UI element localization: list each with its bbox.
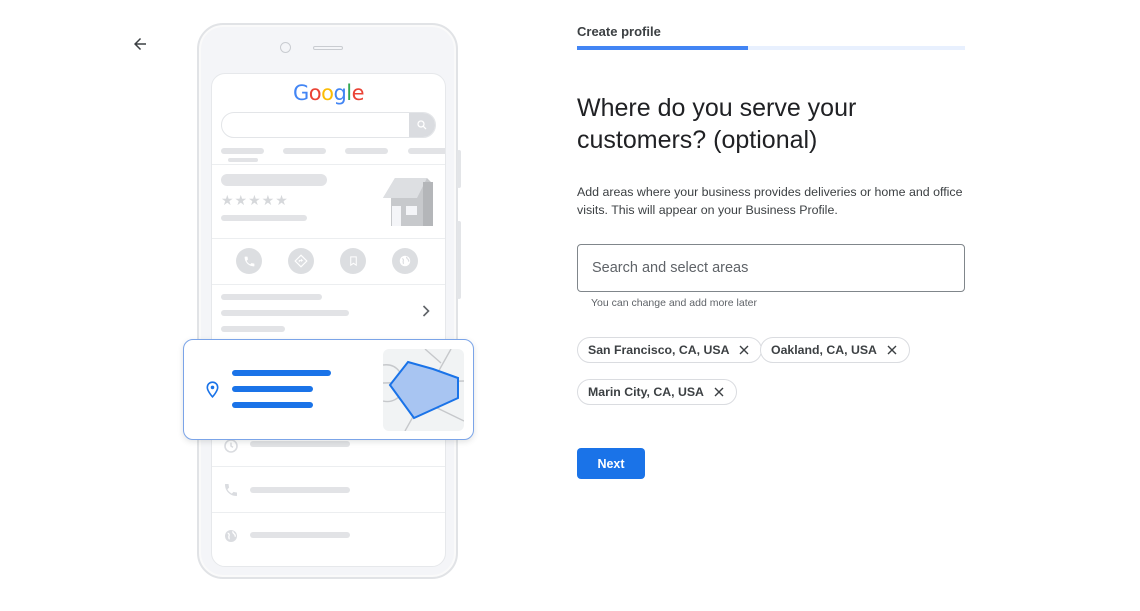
- search-helper-text: You can change and add more later: [591, 297, 757, 309]
- star-rating: ★★★★★: [221, 192, 289, 208]
- search-icon: [417, 120, 427, 130]
- mock-search-button: [409, 113, 435, 137]
- mock-text-line: [250, 441, 350, 447]
- mock-text-line: [250, 487, 350, 493]
- area-chip[interactable]: Oakland, CA, USA: [760, 337, 910, 363]
- mock-text-line: [221, 310, 349, 316]
- mock-tab-indicator: [228, 158, 258, 162]
- directions-icon: [294, 254, 308, 268]
- close-icon: [714, 387, 724, 397]
- close-icon: [887, 345, 897, 355]
- location-pin-icon: [206, 381, 219, 398]
- mock-text-line: [221, 215, 307, 221]
- phone-illustration: Google ★★★★★: [197, 23, 461, 579]
- close-icon: [739, 345, 749, 355]
- page-description: Add areas where your business provides d…: [577, 185, 963, 217]
- divider: [212, 466, 445, 467]
- phone-speaker: [313, 46, 343, 50]
- clock-icon: [224, 439, 238, 453]
- phone-side-button: [457, 221, 461, 299]
- divider: [212, 164, 445, 165]
- phone-icon: [244, 256, 254, 266]
- remove-chip-button[interactable]: [885, 343, 899, 357]
- mock-tab: [345, 148, 388, 154]
- phone-side-button: [457, 150, 461, 188]
- next-button[interactable]: Next: [577, 448, 645, 479]
- mock-directions-button: [288, 248, 314, 274]
- chevron-right-icon: [422, 305, 430, 317]
- page-title: Where do you serve your customers? (opti…: [577, 94, 857, 154]
- mock-business-name: [221, 174, 327, 186]
- search-areas-input[interactable]: [577, 244, 965, 292]
- google-logo: Google: [212, 81, 445, 105]
- mock-tab: [408, 148, 445, 154]
- logo-letter: e: [351, 81, 365, 105]
- remove-chip-button[interactable]: [737, 343, 751, 357]
- divider: [212, 238, 445, 239]
- mock-call-button: [236, 248, 262, 274]
- logo-letter: G: [292, 81, 309, 105]
- logo-letter: o: [308, 81, 322, 105]
- globe-icon: [399, 255, 411, 267]
- bookmark-icon: [349, 256, 357, 267]
- mock-tab: [283, 148, 326, 154]
- area-chip-label: Marin City, CA, USA: [588, 385, 704, 399]
- logo-letter: o: [321, 81, 334, 105]
- divider: [212, 284, 445, 285]
- phone-icon: [225, 484, 237, 496]
- area-chip[interactable]: Marin City, CA, USA: [577, 379, 737, 405]
- arrow-back-icon: [134, 38, 146, 50]
- service-area-card: [183, 339, 474, 440]
- mock-text-line: [221, 294, 322, 300]
- area-chip-label: San Francisco, CA, USA: [588, 343, 730, 357]
- area-chip[interactable]: San Francisco, CA, USA: [577, 337, 763, 363]
- mock-website-button: [392, 248, 418, 274]
- divider: [212, 512, 445, 513]
- progress-bar: [577, 46, 965, 50]
- mock-save-button: [340, 248, 366, 274]
- phone-screen: Google ★★★★★: [211, 73, 446, 567]
- phone-camera: [280, 42, 291, 53]
- mock-text-line: [221, 326, 285, 332]
- card-text-line: [232, 402, 313, 408]
- logo-letter: g: [333, 81, 347, 105]
- google-logo-letters: Google: [292, 81, 365, 105]
- area-chip-label: Oakland, CA, USA: [771, 343, 877, 357]
- mock-text-line: [250, 532, 350, 538]
- progress-fill: [577, 46, 748, 50]
- card-text-line: [232, 386, 313, 392]
- card-text-line: [232, 370, 331, 376]
- remove-chip-button[interactable]: [712, 385, 726, 399]
- mock-tab: [221, 148, 264, 154]
- back-button[interactable]: [128, 32, 152, 56]
- mock-search-bar: [221, 112, 436, 138]
- storefront-icon: [383, 178, 433, 226]
- map-area-polygon: [383, 349, 464, 431]
- service-area-map-thumbnail: [383, 349, 464, 431]
- step-label: Create profile: [577, 24, 661, 39]
- globe-icon: [225, 530, 237, 542]
